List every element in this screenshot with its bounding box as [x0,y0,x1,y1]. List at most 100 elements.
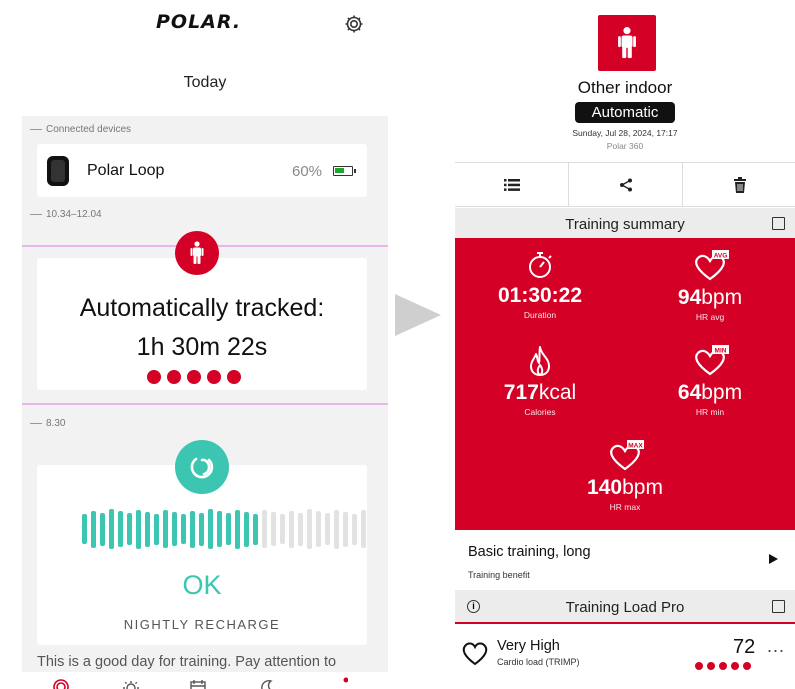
recharge-bar [289,510,294,548]
recharge-bar [226,513,231,545]
transition-arrow-icon [395,294,441,336]
hr-max-label: HR max [609,502,641,512]
recharge-bar [325,513,330,545]
polar-logo: POLAR. [156,11,242,33]
recharge-bar [163,510,168,548]
person-icon [190,241,204,264]
cardio-load-label: Cardio load (TRIMP) [497,657,580,667]
recharge-bar [127,513,132,545]
export-icon[interactable] [772,217,785,230]
bottom-nav [22,672,388,689]
training-summary-panel: 01:30:22 Duration AVG 94bpm HR avg 717kc… [455,240,795,530]
hr-avg-value: 94 [677,286,702,309]
more-options-icon[interactable]: ... [767,636,785,657]
recharge-bar [262,510,267,548]
recharge-bar [352,513,357,545]
session-detail-screen: Other indoor Automatic Sunday, Jul 28, 2… [455,0,795,689]
session-toolbar [455,162,795,207]
device-card[interactable]: Polar Loop 60% [37,144,367,197]
section-label-time1: 10.34–12.04 [30,209,102,220]
training-benefit-row[interactable]: Basic training, long Training benefit [455,530,795,590]
flame-icon [530,346,550,376]
recharge-bar [271,512,276,546]
heart-min-icon: MIN [695,345,729,376]
training-benefit-title: Basic training, long [468,544,591,560]
hr-max-value: 140 [587,476,623,499]
cardio-load-value: 72 [733,636,756,658]
automatic-badge: Automatic [575,102,675,123]
share-button[interactable] [569,163,682,207]
svg-text:MIN: MIN [715,347,727,354]
recharge-bar [145,511,150,547]
recharge-bar [181,514,186,544]
app-header: POLAR. Today [22,0,388,116]
recharge-badge [175,440,229,494]
recharge-bar [91,510,96,548]
recharge-bar [190,510,195,548]
play-arrow-icon[interactable] [769,554,778,564]
heart-icon [462,642,488,666]
share-icon [619,178,632,192]
recharge-bar [154,513,159,545]
comparison-canvas: POLAR. Today Connected devices Polar Loo… [0,0,795,689]
recharge-bar [109,509,114,549]
intensity-dot [187,370,201,384]
cardio-load-row[interactable]: Very High Cardio load (TRIMP) 72 ... [455,626,795,689]
activity-rings-icon[interactable] [52,676,70,689]
stopwatch-icon [529,252,552,278]
recharge-bar [235,509,240,549]
battery-percent: 60% [292,163,323,180]
training-tip: This is a good day for training. Pay att… [37,654,337,670]
recharge-bar [298,512,303,546]
training-benefit-label: Training benefit [468,570,530,580]
moon-icon[interactable] [260,676,278,689]
hr-min-value: 64 [677,381,702,404]
training-summary-header[interactable]: Training summary [455,208,795,240]
calendar-icon[interactable] [189,676,207,689]
intensity-dot [227,370,241,384]
recharge-bar [217,511,222,547]
duration-label: Duration [523,310,557,320]
heart-max-icon: MAX [610,440,644,471]
sport-name: Other indoor [577,78,673,97]
training-load-header[interactable]: i Training Load Pro [455,590,795,624]
recharge-bar [199,512,204,546]
metric-hr-min: MIN 64bpm HR min [625,345,795,417]
heart-avg-icon: AVG [695,250,729,281]
cardio-load-dot [743,662,751,670]
list-button[interactable] [455,163,568,207]
cardio-load-dots [695,662,751,670]
recharge-bar [253,513,258,545]
delete-button[interactable] [683,163,795,207]
recharge-moon-icon [190,457,214,479]
recharge-bar [100,512,105,546]
metric-duration: 01:30:22 Duration [455,250,625,320]
training-summary-title: Training summary [565,216,685,233]
metric-calories: 717kcal Calories [455,345,625,417]
recharge-bar [316,511,321,547]
export-icon[interactable] [772,600,785,613]
recharge-bar [343,511,348,547]
section-label-connected: Connected devices [30,124,131,135]
battery-icon [333,166,356,176]
calories-label: Calories [524,407,556,417]
session-device: Polar 360 [606,141,644,151]
recharge-bar [118,511,123,547]
gear-icon[interactable] [342,12,366,36]
more-icon[interactable] [330,676,348,689]
hr-max-unit: bpm [622,476,663,499]
cardio-load-level: Very High [497,638,560,654]
calories-unit: kcal [538,381,577,404]
svg-text:MAX: MAX [628,442,643,449]
sun-icon[interactable] [122,676,140,689]
auto-tracked-duration: 1h 30m 22s [136,333,268,361]
cardio-load-dot [695,662,703,670]
recharge-bars [82,508,366,550]
metric-hr-max: MAX 140bpm HR max [540,440,710,512]
recharge-bar [334,509,339,549]
cardio-load-dot [707,662,715,670]
recharge-bar [307,509,312,549]
recharge-status: OK [182,570,222,600]
hr-avg-unit: bpm [701,286,743,309]
wristband-icon [47,156,69,186]
